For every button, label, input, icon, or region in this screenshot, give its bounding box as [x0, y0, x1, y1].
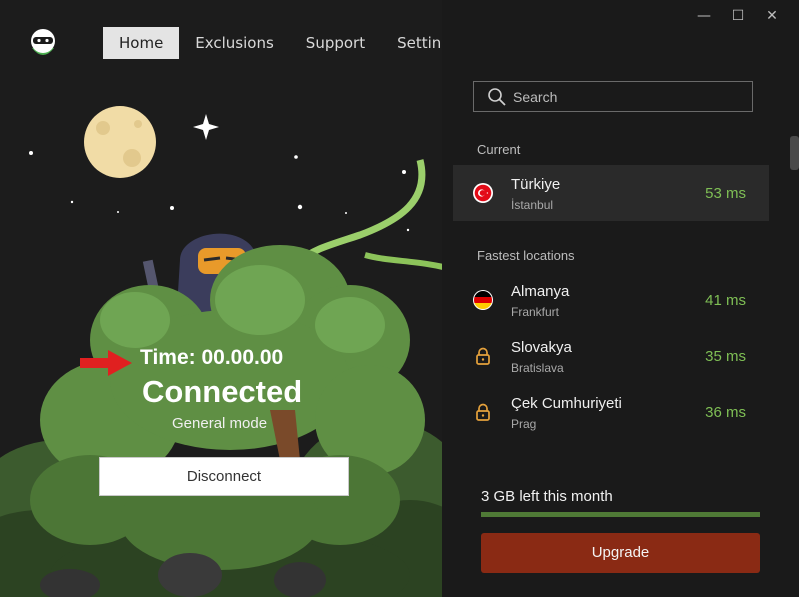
- upgrade-button[interactable]: Upgrade: [481, 533, 760, 573]
- location-country: Çek Cumhuriyeti: [511, 395, 622, 412]
- hero-scene: Home Exclusions Support Settings Time: 0…: [0, 0, 442, 597]
- disconnect-button[interactable]: Disconnect: [99, 457, 349, 496]
- tab-settings[interactable]: Settings: [381, 27, 442, 59]
- tab-home[interactable]: Home: [103, 27, 180, 59]
- location-item[interactable]: Çek Cumhuriyeti Prag 36 ms: [453, 384, 769, 440]
- location-current[interactable]: Türkiye İstanbul 53 ms: [453, 165, 769, 221]
- location-ping: 41 ms: [705, 292, 746, 309]
- tab-exclusions[interactable]: Exclusions: [179, 27, 290, 59]
- data-remaining-label: 3 GB left this month: [481, 488, 613, 505]
- location-country: Türkiye: [511, 176, 561, 193]
- location-city: Bratislava: [511, 361, 564, 375]
- connection-mode: General mode: [172, 415, 268, 432]
- fastest-label: Fastest locations: [477, 248, 575, 263]
- location-item[interactable]: Slovakya Bratislava 35 ms: [453, 328, 769, 384]
- location-item[interactable]: Almanya Frankfurt 41 ms: [453, 272, 769, 328]
- search-icon: [488, 87, 506, 106]
- current-label: Current: [477, 142, 521, 157]
- search-box[interactable]: [473, 81, 753, 112]
- close-icon[interactable]: ✕: [755, 6, 789, 26]
- location-country: Slovakya: [511, 339, 572, 356]
- window-controls: — ☐ ✕: [687, 6, 789, 26]
- location-ping: 35 ms: [705, 348, 746, 365]
- app-logo-icon: [31, 29, 55, 55]
- turkey-flag-icon: [473, 183, 493, 203]
- ninja-illustration: [0, 106, 442, 597]
- minimize-icon[interactable]: —: [687, 6, 721, 26]
- lock-icon: [476, 403, 490, 421]
- connection-timer: Time: 00.00.00: [140, 346, 284, 369]
- data-usage-fill: [481, 512, 760, 517]
- location-ping: 53 ms: [705, 185, 746, 202]
- data-usage-bar: [481, 512, 760, 517]
- location-city: İstanbul: [511, 198, 554, 212]
- tab-support[interactable]: Support: [290, 27, 381, 59]
- locations-panel: — ☐ ✕ Current Türkiye İstanbul 53 ms Fas…: [442, 0, 799, 597]
- germany-flag-icon: [473, 290, 493, 310]
- location-city: Frankfurt: [511, 305, 560, 319]
- lock-icon: [476, 347, 490, 365]
- location-country: Almanya: [511, 283, 570, 300]
- main-nav: Home Exclusions Support Settings: [103, 27, 442, 59]
- location-city: Prag: [511, 417, 537, 431]
- maximize-icon[interactable]: ☐: [721, 6, 755, 26]
- search-input[interactable]: [513, 88, 752, 105]
- scrollbar-thumb[interactable]: [790, 136, 799, 170]
- location-ping: 36 ms: [705, 404, 746, 421]
- arrow-right-icon: [80, 350, 132, 376]
- connection-status: Connected: [142, 374, 303, 409]
